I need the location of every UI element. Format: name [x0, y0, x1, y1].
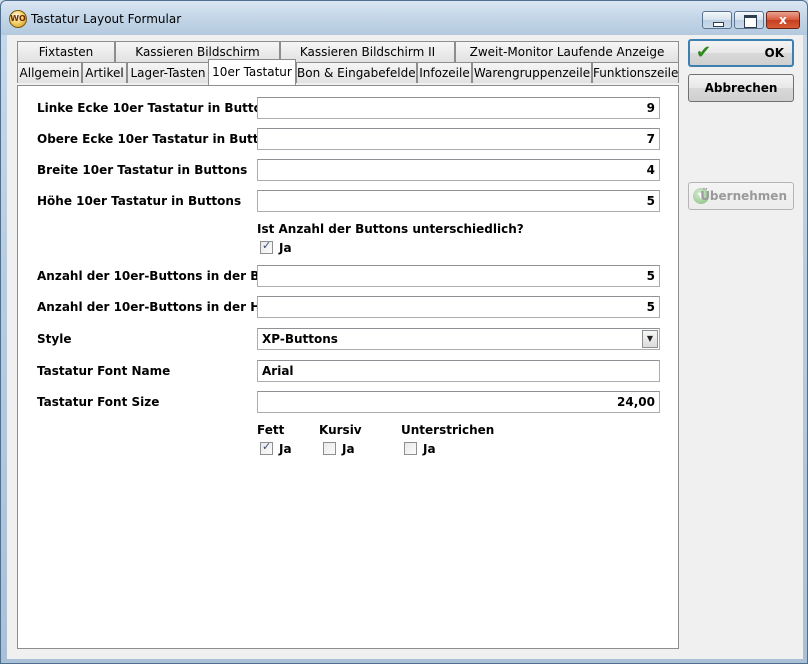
- tab-artikel[interactable]: Artikel: [82, 62, 127, 83]
- close-icon: x: [779, 13, 787, 27]
- italic-label: Kursiv: [319, 423, 362, 437]
- italic-option[interactable]: Ja: [342, 442, 355, 456]
- underline-option[interactable]: Ja: [423, 442, 436, 456]
- cancel-button[interactable]: Abbrechen: [688, 74, 794, 102]
- buttons-wide-label: Anzahl der 10er-Buttons in der Breite: [37, 269, 292, 283]
- check-icon: ✔: [696, 42, 712, 63]
- different-count-label: Ist Anzahl der Buttons unterschiedlich?: [257, 222, 524, 236]
- height-label: Höhe 10er Tastatur in Buttons: [37, 194, 242, 208]
- apply-button[interactable]: ▼ Übernehmen: [688, 182, 794, 210]
- apply-button-label: Übernehmen: [700, 189, 787, 203]
- tab-kassieren-bildschirm-2[interactable]: Kassieren Bildschirm II: [280, 41, 455, 62]
- style-select[interactable]: XP-Buttons ▼: [257, 328, 660, 350]
- tab-lager-tasten[interactable]: Lager-Tasten: [127, 62, 209, 83]
- font-name-label: Tastatur Font Name: [37, 364, 171, 378]
- top-corner-label: Obere Ecke 10er Tastatur in Buttons: [37, 132, 283, 146]
- tab-panel-10er-tastatur: Linke Ecke 10er Tastatur in Buttons 9 Ob…: [17, 85, 679, 649]
- window-title: Tastatur Layout Formular: [31, 12, 182, 26]
- different-count-checkbox[interactable]: [260, 239, 273, 254]
- height-input[interactable]: 5: [257, 190, 660, 212]
- buttons-high-label: Anzahl der 10er-Buttons in der Höhe: [37, 300, 286, 314]
- left-corner-input[interactable]: 9: [257, 97, 660, 119]
- style-select-value: XP-Buttons: [262, 332, 338, 346]
- bold-label: Fett: [257, 423, 285, 437]
- style-label: Style: [37, 332, 72, 346]
- width-label: Breite 10er Tastatur in Buttons: [37, 163, 248, 177]
- ok-button[interactable]: ✔ OK: [688, 39, 794, 67]
- cancel-button-label: Abbrechen: [704, 81, 778, 95]
- left-corner-label: Linke Ecke 10er Tastatur in Buttons: [37, 101, 278, 115]
- dialog-client-area: Fixtasten Kassieren Bildschirm Kassieren…: [7, 35, 803, 659]
- top-corner-input[interactable]: 7: [257, 128, 660, 150]
- dialog-window: WO Tastatur Layout Formular x Fixtasten …: [0, 0, 808, 664]
- tab-zweit-monitor[interactable]: Zweit-Monitor Laufende Anzeige: [455, 41, 679, 62]
- title-bar[interactable]: WO Tastatur Layout Formular x: [1, 1, 807, 35]
- bold-checkbox[interactable]: [260, 440, 273, 455]
- tab-infozeile[interactable]: Infozeile: [417, 62, 472, 83]
- ok-button-label: OK: [764, 46, 785, 60]
- tab-fixtasten[interactable]: Fixtasten: [17, 41, 115, 62]
- font-size-input[interactable]: 24,00: [257, 391, 660, 413]
- tab-funktionszeile[interactable]: Funktionszeile: [592, 62, 679, 83]
- different-count-option[interactable]: Ja: [279, 241, 292, 255]
- width-input[interactable]: 4: [257, 159, 660, 181]
- bold-option[interactable]: Ja: [279, 442, 292, 456]
- underline-label: Unterstrichen: [401, 423, 495, 437]
- minimize-button[interactable]: [702, 11, 732, 29]
- close-button[interactable]: x: [766, 11, 800, 29]
- underline-checkbox[interactable]: [404, 442, 417, 455]
- tab-bon-eingabefelder[interactable]: Bon & Eingabefelder: [296, 62, 417, 83]
- italic-checkbox[interactable]: [323, 442, 336, 455]
- app-logo-icon: WO: [9, 10, 27, 28]
- tab-warengruppenzeile[interactable]: Warengruppenzeile: [472, 62, 592, 83]
- font-size-label: Tastatur Font Size: [37, 395, 160, 409]
- maximize-button[interactable]: [734, 11, 764, 29]
- chevron-down-icon[interactable]: ▼: [642, 330, 658, 348]
- font-name-input[interactable]: Arial: [257, 360, 660, 382]
- buttons-wide-input[interactable]: 5: [257, 265, 660, 287]
- tab-allgemein[interactable]: Allgemein: [17, 62, 82, 83]
- buttons-high-input[interactable]: 5: [257, 296, 660, 318]
- tab-10er-tastatur[interactable]: 10er Tastatur: [208, 59, 296, 85]
